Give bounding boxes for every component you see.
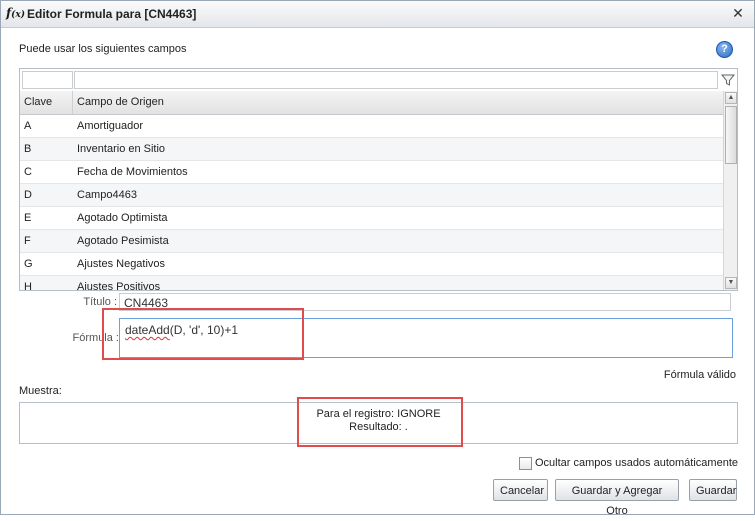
row-field: Amortiguador xyxy=(77,120,144,132)
row-key: A xyxy=(24,120,32,132)
row-field: Ajustes Positivos xyxy=(77,281,161,291)
table-row[interactable]: F Agotado Pesimista xyxy=(20,230,723,253)
filter-funnel-icon[interactable] xyxy=(721,73,735,87)
cancel-button[interactable]: Cancelar xyxy=(493,479,548,501)
table-row[interactable]: A Amortiguador xyxy=(20,115,723,138)
titulo-label: Título : xyxy=(83,296,117,308)
table-row[interactable]: E Agotado Optimista xyxy=(20,207,723,230)
column-header-campo-de-origen[interactable]: Campo de Origen xyxy=(73,91,717,114)
scroll-down-icon[interactable]: ▼ xyxy=(725,277,737,289)
scroll-up-icon[interactable]: ▲ xyxy=(725,92,737,104)
scroll-thumb[interactable] xyxy=(725,106,737,164)
grid-filter-row xyxy=(20,69,737,92)
table-row[interactable]: H Ajustes Positivos xyxy=(20,276,723,291)
row-field: Campo4463 xyxy=(77,189,137,201)
grid-rows: A Amortiguador B Inventario en Sitio C Fech… xyxy=(20,115,723,291)
formula-editor-dialog: f(x) Editor Formula para [CN4463] ✕ Pued… xyxy=(0,0,755,517)
formula-status-text: Fórmula válido xyxy=(663,369,736,381)
filter-campo-input[interactable] xyxy=(74,71,718,89)
row-key: E xyxy=(24,212,32,224)
row-field: Fecha de Movimientos xyxy=(77,166,188,178)
table-row[interactable]: G Ajustes Negativos xyxy=(20,253,723,276)
grid-vertical-scrollbar[interactable]: ▲ ▼ xyxy=(723,91,737,290)
grid-header-row: Clave Campo de Origen xyxy=(20,91,723,115)
row-field: Ajustes Negativos xyxy=(77,258,166,270)
row-field: Agotado Optimista xyxy=(77,212,168,224)
table-row[interactable]: C Fecha de Movimientos xyxy=(20,161,723,184)
filter-clave-input[interactable] xyxy=(22,71,73,89)
row-key: B xyxy=(24,143,32,155)
sample-highlight-box xyxy=(297,397,463,447)
help-icon[interactable]: ? xyxy=(716,41,733,58)
row-key: F xyxy=(24,235,31,247)
row-key: C xyxy=(24,166,32,178)
hide-used-fields-checkbox[interactable] xyxy=(519,457,532,470)
row-key: D xyxy=(24,189,32,201)
dialog-titlebar[interactable]: f(x) Editor Formula para [CN4463] ✕ xyxy=(1,1,754,28)
table-row[interactable]: B Inventario en Sitio xyxy=(20,138,723,161)
row-key: G xyxy=(24,258,33,270)
row-field: Inventario en Sitio xyxy=(77,143,166,155)
column-header-clave[interactable]: Clave xyxy=(20,91,73,114)
table-row[interactable]: D Campo4463 xyxy=(20,184,723,207)
formula-highlight-box xyxy=(102,308,304,360)
save-and-add-another-button[interactable]: Guardar y Agregar Otro xyxy=(555,479,679,517)
fx-icon: f(x) xyxy=(6,6,26,20)
row-field: Agotado Pesimista xyxy=(77,235,169,247)
save-button[interactable]: Guardar xyxy=(689,479,737,501)
sample-label: Muestra: xyxy=(19,385,62,397)
dialog-title: Editor Formula para [CN4463] xyxy=(27,7,197,21)
close-button[interactable]: ✕ xyxy=(730,5,746,21)
fields-intro-text: Puede usar los siguientes campos xyxy=(19,43,187,55)
fields-grid: Clave Campo de Origen A Amortiguador B Inv… xyxy=(19,68,738,291)
hide-used-fields-label[interactable]: Ocultar campos usados automáticamente xyxy=(535,457,738,469)
row-key: H xyxy=(24,281,32,291)
